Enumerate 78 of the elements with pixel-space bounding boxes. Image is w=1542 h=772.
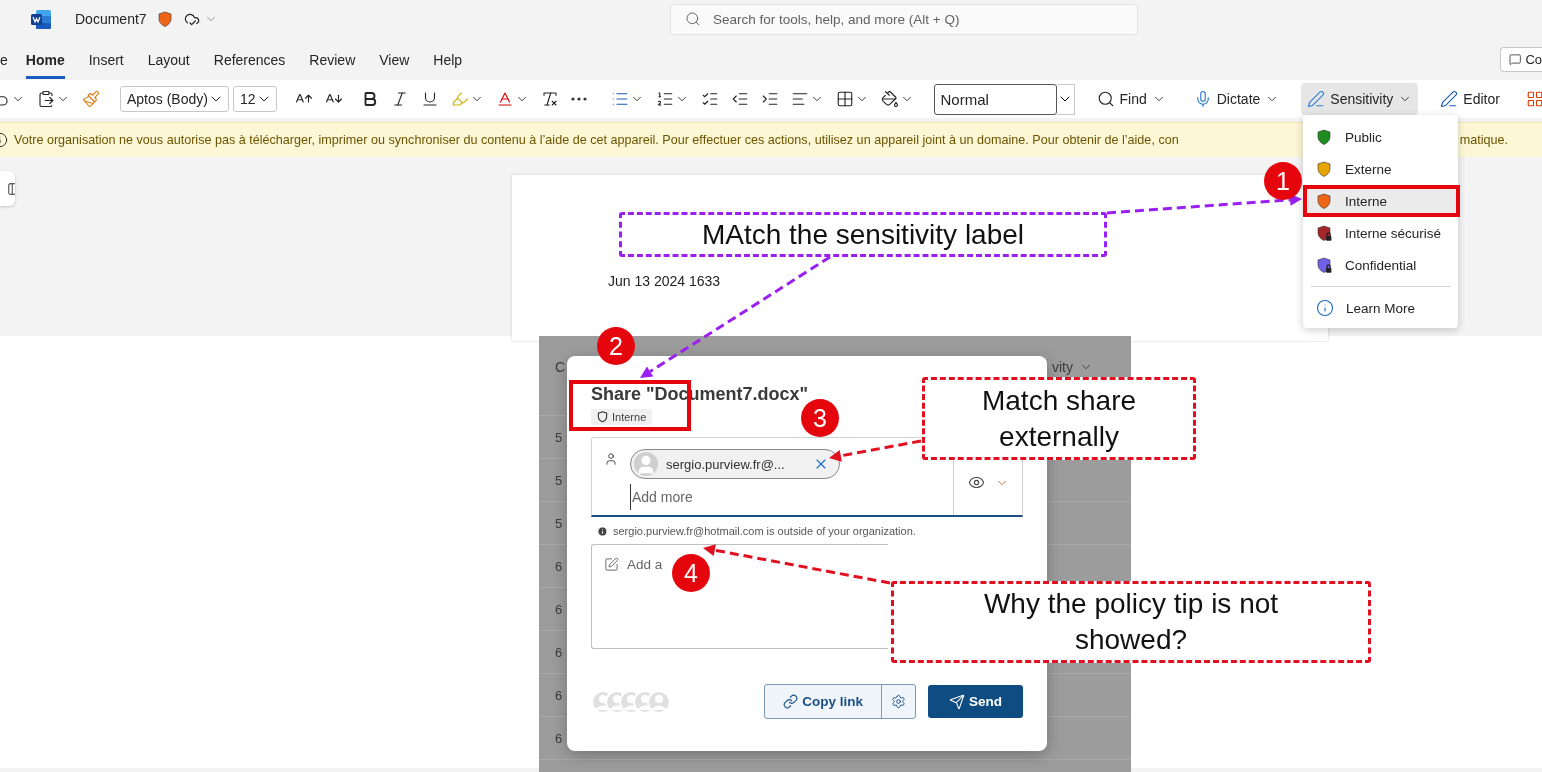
more-icon (570, 97, 587, 101)
find-button[interactable]: Find (1090, 83, 1172, 115)
ribbon-tab[interactable]: View (379, 42, 410, 79)
clipboard-icon (37, 90, 55, 108)
recipient-chip[interactable]: sergio.purview.fr@... (630, 449, 840, 479)
word-logo-icon (31, 9, 51, 29)
increase-indent-icon (760, 90, 779, 108)
ribbon-tab[interactable]: Review (309, 42, 356, 79)
ribbon-tab[interactable]: Insert (88, 42, 124, 79)
paintbrush-icon (82, 90, 100, 108)
shield-icon (156, 10, 174, 28)
search-icon (685, 11, 701, 27)
edit-icon (604, 557, 619, 572)
search-field[interactable]: Search for tools, help, and more (Alt + Q) (711, 10, 1115, 28)
list-cell: 5 (555, 515, 563, 531)
editor-button[interactable]: Editor (1434, 83, 1506, 115)
eye-icon (967, 474, 985, 491)
font-size-field[interactable]: 12 (232, 86, 277, 112)
list-cell: 5 (555, 429, 563, 445)
ribbon-tab[interactable]: References (213, 42, 286, 79)
avatar-stack-icon (591, 689, 671, 714)
step-marker: 1 (1264, 162, 1302, 200)
numbered-list-icon (655, 90, 674, 108)
send-icon (949, 693, 965, 710)
sensitivity-option[interactable]: Interne sécurisé (1303, 217, 1458, 249)
link-icon (783, 694, 799, 709)
checklist-icon (700, 90, 719, 108)
ribbon-tab[interactable]: Help (433, 42, 463, 79)
pen-icon (1440, 90, 1459, 108)
sensitivity-option[interactable]: Confidential (1303, 249, 1458, 281)
list-cell: 6 (555, 644, 563, 660)
search-bar[interactable]: Search for tools, help, and more (Alt + Q) (670, 3, 1138, 35)
external-notice: sergio.purview.fr@hotmail.com is outside of your organization. (613, 525, 916, 537)
list-cell: 6 (555, 601, 563, 617)
sensitivity-icon (1307, 90, 1326, 108)
highlighter-icon (450, 90, 469, 108)
search-icon (1096, 90, 1115, 108)
document-text: Jun 13 2024 1633 (608, 273, 721, 289)
info-icon (597, 525, 608, 537)
column-header: C (555, 359, 567, 375)
dictate-button[interactable]: Dictate (1187, 83, 1286, 115)
grid-icon (1525, 90, 1542, 108)
bullet-list-icon (610, 90, 629, 108)
borders-icon (835, 90, 854, 108)
policy-message-end: matique. (1459, 133, 1508, 147)
sensitivity-option[interactable]: Public (1303, 121, 1458, 153)
clear-formatting-icon (540, 90, 559, 108)
style-field[interactable]: Normal (933, 83, 1057, 115)
list-cell: 6 (555, 687, 563, 703)
settings-icon (891, 694, 906, 709)
decrease-indent-icon (730, 90, 749, 108)
person-icon (604, 452, 618, 466)
sensitivity-button[interactable]: Sensitivity (1301, 83, 1419, 115)
recipient-email: sergio.purview.fr@... (666, 456, 786, 472)
comment-icon (1509, 51, 1522, 67)
cloud-check-icon[interactable] (183, 11, 200, 27)
document-name[interactable]: Document7 (75, 11, 147, 27)
style-dropdown-button[interactable] (1056, 83, 1075, 115)
sensitivity-option[interactable]: Externe (1303, 153, 1458, 185)
side-panel-tab[interactable] (0, 171, 15, 206)
align-left-icon (790, 90, 809, 108)
comments-button[interactable]: Co (1500, 46, 1542, 72)
info-icon (1316, 299, 1334, 317)
column-header: vity (1052, 359, 1131, 375)
list-cell: 5 (555, 472, 563, 488)
list-cell: 6 (555, 730, 563, 746)
ribbon-tab[interactable]: Layout (147, 42, 190, 79)
learn-more-link[interactable]: Learn More (1303, 292, 1458, 324)
policy-message: Votre organisation ne vous autorise pas à télécharger, imprimer ou synchroniser du contenu à l’aide de cet appareil. Pour effectuer ces actions, utilisez un appareil joint à un domaine. Pour obtenir de l’aide, con (14, 133, 1179, 147)
annotation-text: MAtch the sensitivity label (701, 217, 1025, 252)
send-button[interactable]: Send (928, 685, 1023, 718)
font-name-field[interactable]: Aptos (Body) (120, 86, 229, 112)
paint-bucket-icon (880, 90, 899, 108)
shield-icon (597, 411, 608, 423)
chip-label: Interne (612, 411, 647, 423)
ribbon-tab[interactable]: e (0, 42, 8, 79)
list-cell: 6 (555, 558, 563, 574)
annotation-text: Why the policy tip is not showed? (982, 587, 1280, 657)
